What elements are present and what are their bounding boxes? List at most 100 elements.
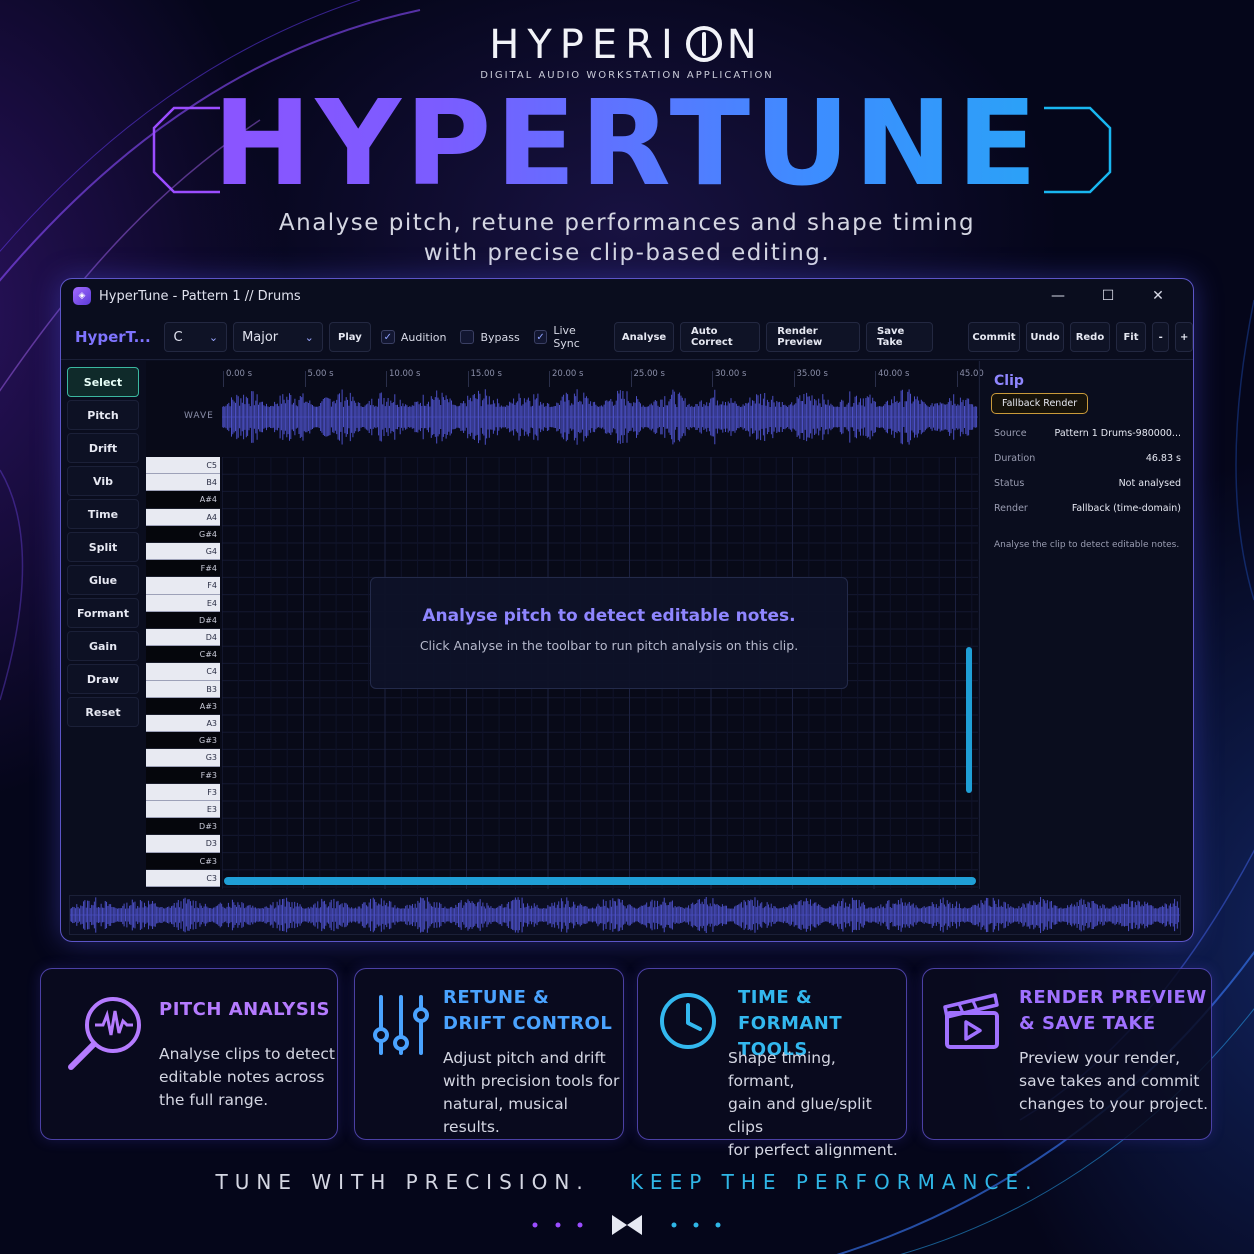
toolbar: HyperT... C ⌄ Major ⌄ Play ✓ Audition By…	[61, 317, 1193, 357]
piano-key[interactable]: C5	[146, 457, 220, 475]
tool-reset-button[interactable]: Reset	[67, 697, 139, 727]
minimize-button[interactable]: —	[1033, 283, 1083, 309]
piano-key[interactable]: D#3	[146, 818, 220, 836]
live-sync-checkbox[interactable]: ✓ Live Sync	[530, 324, 608, 350]
piano-key[interactable]: F#4	[146, 560, 220, 578]
ruler-tick-label: 15.00 s	[467, 369, 502, 387]
piano-key[interactable]: B3	[146, 680, 220, 698]
editor-area[interactable]: 0.00 s 5.00 s 10.00 s 15.00 s 20.00 s 25.00 s…	[146, 361, 984, 889]
clip-property-key: Render	[994, 503, 1028, 514]
audition-label: Audition	[400, 330, 447, 344]
piano-key[interactable]: D4	[146, 629, 220, 647]
tool-vib-button[interactable]: Vib	[67, 466, 139, 496]
horizontal-scrollbar[interactable]	[224, 877, 976, 885]
brand-header: HYPERI N DIGITAL AUDIO WORKSTATION APPLIC…	[0, 22, 1254, 81]
clip-panel-title: Clip	[994, 373, 1024, 389]
app-window: ◈ HyperTune - Pattern 1 // Drums — ☐ ✕ H…	[60, 278, 1194, 942]
overview-waveform[interactable]	[69, 895, 1181, 935]
piano-key[interactable]: C#3	[146, 852, 220, 870]
checkbox-checked-icon: ✓	[380, 330, 395, 344]
feature-card-time-formant: TIME & FORMANT TOOLS Shape timing, forma…	[637, 968, 907, 1159]
tool-gain-button[interactable]: Gain	[67, 631, 139, 661]
piano-key[interactable]: B4	[146, 474, 220, 492]
tool-drift-button[interactable]: Drift	[67, 433, 139, 463]
feature-title-line: PITCH ANALYSIS	[159, 999, 330, 1020]
feature-description: Shape timing, formant, gain and glue/spl…	[728, 1047, 906, 1162]
vertical-scrollbar[interactable]	[966, 647, 972, 793]
window-title: HyperTune - Pattern 1 // Drums	[99, 288, 301, 304]
tool-glue-button[interactable]: Glue	[67, 565, 139, 595]
piano-key[interactable]: G3	[146, 749, 220, 767]
tool-select-button[interactable]: Select	[67, 367, 139, 397]
piano-key[interactable]: F#3	[146, 766, 220, 784]
piano-key[interactable]: A#4	[146, 491, 220, 509]
hyperion-mark-icon	[612, 1215, 642, 1235]
feature-desc-line: Adjust pitch and drift	[443, 1049, 606, 1067]
undo-button[interactable]: Undo	[1025, 322, 1064, 352]
tool-pitch-button[interactable]: Pitch	[67, 400, 139, 430]
time-ruler[interactable]: 0.00 s 5.00 s 10.00 s 15.00 s 20.00 s 25.00 s…	[222, 369, 984, 387]
render-preview-button[interactable]: Render Preview	[766, 322, 861, 352]
piano-key[interactable]: C4	[146, 663, 220, 681]
redo-button[interactable]: Redo	[1069, 322, 1110, 352]
analyse-prompt-title: Analyse pitch to detect editable notes.	[422, 606, 796, 626]
tool-formant-button[interactable]: Formant	[67, 598, 139, 628]
zoom-in-button[interactable]: +	[1175, 322, 1193, 352]
piano-key[interactable]: C3	[146, 869, 220, 887]
tool-split-button[interactable]: Split	[67, 532, 139, 562]
piano-key[interactable]: C#4	[146, 646, 220, 664]
piano-key[interactable]: G#4	[146, 525, 220, 543]
tool-palette: Select Pitch Drift Vib Time Split Glue Formant G…	[67, 367, 139, 730]
zoom-out-button[interactable]: -	[1151, 322, 1170, 352]
piano-key[interactable]: A3	[146, 715, 220, 733]
tool-draw-button[interactable]: Draw	[67, 664, 139, 694]
feature-title-line: DRIFT CONTROL	[443, 1013, 613, 1034]
audition-checkbox[interactable]: ✓ Audition	[377, 330, 451, 344]
auto-correct-button[interactable]: Auto Correct	[680, 322, 761, 352]
piano-key[interactable]: A#3	[146, 697, 220, 715]
close-button[interactable]: ✕	[1133, 283, 1183, 309]
key-select-value: C	[173, 329, 183, 345]
piano-key[interactable]: G#3	[146, 732, 220, 750]
clip-property-key: Source	[994, 428, 1027, 439]
feature-description: Analyse clips to detect editable notes a…	[159, 1043, 335, 1112]
feature-title-line: RETUNE &	[443, 987, 550, 1008]
analyse-button[interactable]: Analyse	[614, 322, 675, 352]
piano-key[interactable]: F4	[146, 577, 220, 595]
footer-ornament	[532, 1215, 721, 1235]
piano-key[interactable]: D#4	[146, 611, 220, 629]
ruler-tick-label: 25.00 s	[630, 369, 665, 387]
clip-panel: Clip Fallback Render Source Pattern 1 Dru…	[979, 361, 1193, 889]
clip-property-value: 46.83 s	[1145, 453, 1181, 464]
save-take-button[interactable]: Save Take	[866, 322, 933, 352]
title-bar[interactable]: ◈ HyperTune - Pattern 1 // Drums — ☐ ✕	[61, 279, 1193, 313]
feature-desc-line: the full range.	[159, 1091, 269, 1109]
piano-key[interactable]: F3	[146, 783, 220, 801]
ruler-tick-label: 20.00 s	[548, 369, 584, 387]
feature-desc-line: Analyse clips to detect	[159, 1045, 335, 1063]
waveform-lane[interactable]	[222, 387, 978, 447]
footer-slogan: TUNE WITH PRECISION. KEEP THE PERFORMANC…	[0, 1170, 1254, 1194]
clock-icon	[660, 993, 716, 1049]
ruler-tick-label: 40.00 s	[874, 369, 910, 387]
fit-button[interactable]: Fit	[1115, 322, 1146, 352]
piano-key[interactable]: D3	[146, 835, 220, 853]
clip-property-row: Render Fallback (time-domain)	[994, 503, 1181, 514]
window-controls: — ☐ ✕	[1033, 283, 1183, 309]
bypass-checkbox[interactable]: Bypass	[456, 330, 523, 344]
scale-select[interactable]: Major ⌄	[233, 322, 323, 352]
commit-button[interactable]: Commit	[967, 322, 1020, 352]
scale-select-value: Major	[242, 329, 279, 345]
key-select[interactable]: C ⌄	[164, 322, 228, 352]
piano-key[interactable]: G4	[146, 543, 220, 561]
analyse-prompt-subtitle: Click Analyse in the toolbar to run pitc…	[419, 638, 799, 653]
maximize-button[interactable]: ☐	[1083, 283, 1133, 309]
tool-time-button[interactable]: Time	[67, 499, 139, 529]
chevron-down-icon: ⌄	[208, 330, 219, 344]
piano-key[interactable]: A4	[146, 508, 220, 526]
play-button[interactable]: Play	[328, 322, 371, 352]
feature-desc-line: changes to your project.	[1019, 1095, 1209, 1113]
piano-key[interactable]: E3	[146, 801, 220, 819]
piano-key[interactable]: E4	[146, 594, 220, 612]
plugin-name: HyperT...	[75, 328, 151, 346]
